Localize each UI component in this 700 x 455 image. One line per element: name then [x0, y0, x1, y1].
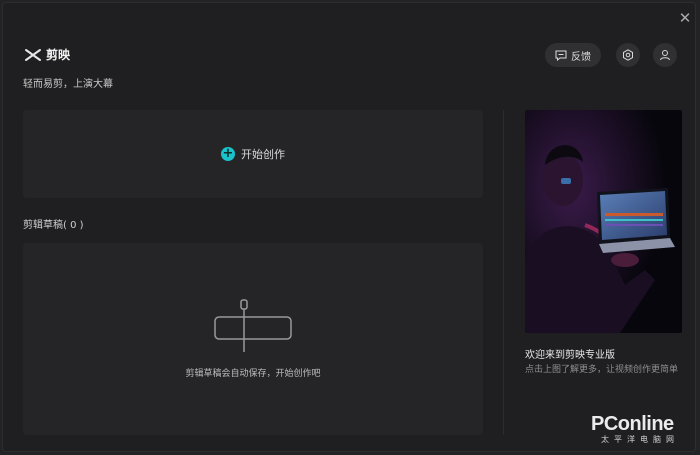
close-icon[interactable]: ✕ — [676, 9, 694, 27]
watermark: PConline 太平洋电脑网 — [591, 413, 679, 445]
app-name: 剪映 — [46, 48, 71, 62]
user-icon — [660, 50, 670, 61]
promo-image[interactable] — [525, 110, 682, 333]
watermark-main: PConline — [591, 413, 674, 435]
chat-bubble-icon — [555, 50, 567, 61]
feedback-label: 反馈 — [571, 51, 591, 63]
watermark-sub: 太平洋电脑网 — [601, 435, 679, 444]
settings-button[interactable] — [616, 43, 640, 67]
promo-title: 欢迎来到剪映专业版 — [525, 350, 615, 361]
vertical-divider — [503, 110, 504, 435]
app-logo: 剪映 — [24, 46, 70, 63]
start-creation-label: 开始创作 — [241, 148, 285, 161]
timeline-clip-icon — [214, 299, 292, 352]
drafts-title: 剪辑草稿( 0 ) — [23, 220, 84, 231]
user-button[interactable] — [653, 43, 677, 67]
drafts-empty-text: 剪辑草稿会自动保存，开始创作吧 — [185, 369, 321, 379]
feedback-button[interactable]: 反馈 — [545, 43, 601, 67]
scissors-logo-icon — [25, 48, 41, 61]
start-creation-card[interactable]: + 开始创作 — [23, 110, 483, 198]
plus-circle-icon: + — [221, 146, 235, 161]
app-slogan: 轻而易剪，上演大幕 — [23, 79, 113, 90]
hexagon-settings-icon — [623, 49, 633, 61]
app-window: ✕ 剪映 轻而易剪，上演大幕 反馈 + 开始创作 剪辑草稿( 0 ) 剪辑草稿会… — [2, 2, 696, 452]
promo-description: 点击上图了解更多，让视频创作更简单 — [525, 365, 679, 375]
drafts-panel: 剪辑草稿会自动保存，开始创作吧 — [23, 243, 483, 435]
